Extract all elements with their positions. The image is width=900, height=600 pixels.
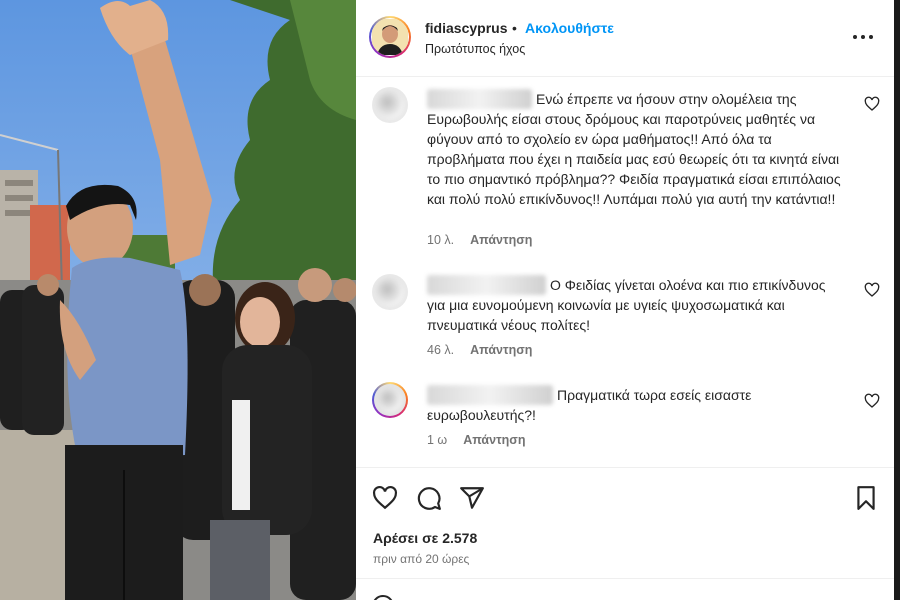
comment-age: 10 λ. [427,233,455,247]
reply-button[interactable]: Απάντηση [463,433,525,447]
comment-meta: 1 ω Απάντηση [427,433,525,447]
post-media[interactable] [0,0,356,600]
comment-meta: 46 λ. Απάντηση [427,343,532,357]
bookmark-icon[interactable] [853,485,879,511]
heart-icon[interactable] [372,485,398,511]
commenter-username-redacted[interactable]: xxxxxxxxxxxxxxx [427,89,532,109]
heart-icon[interactable] [864,393,880,409]
audio-label[interactable]: Πρωτότυπος ήχος [425,42,525,56]
video-frame-image [0,0,356,600]
post-actions: Αρέσει σε 2.578 πριν από 20 ώρες [356,467,894,577]
commenter-avatar[interactable] [372,382,408,418]
separator-dot: • [512,20,517,36]
commenter-username-redacted[interactable]: xxxxxxxxxxxxxxxxxx [427,385,553,405]
commenter-username-redacted[interactable]: xxxxxxxxxxxxxxxxx [427,275,546,295]
background-edge [894,0,900,600]
author-avatar[interactable] [369,16,411,58]
commenter-avatar[interactable] [372,87,408,123]
comment-content: xxxxxxxxxxxxxxxΕνώ έπρεπε να ήσουν στην … [427,89,847,209]
more-options-icon[interactable] [853,28,873,46]
comment-age: 1 ω [427,433,448,447]
avatar-image [372,19,408,55]
post-header: fidiascyprus • Ακολουθήστε Πρωτότυπος ήχ… [356,0,894,77]
follow-button[interactable]: Ακολουθήστε [525,20,614,36]
add-comment-bar[interactable] [356,578,894,600]
comment-meta: 10 λ. Απάντηση [427,233,532,247]
heart-icon[interactable] [864,96,880,112]
reply-button[interactable]: Απάντηση [470,233,532,247]
comment-content: xxxxxxxxxxxxxxxxxΟ Φειδίας γίνεται ολοέν… [427,275,847,335]
comment-age: 46 λ. [427,343,455,357]
author-username[interactable]: fidiascyprus [425,20,507,36]
comment-content: xxxxxxxxxxxxxxxxxxΠραγματικά τωρα εσείς … [427,385,847,425]
post-panel: fidiascyprus • Ακολουθήστε Πρωτότυπος ήχ… [356,0,894,600]
comment-icon[interactable] [416,485,442,511]
reply-button[interactable]: Απάντηση [470,343,532,357]
comments-list: xxxxxxxxxxxxxxxΕνώ έπρεπε να ήσουν στην … [356,77,894,467]
heart-icon[interactable] [864,282,880,298]
likes-count[interactable]: Αρέσει σε 2.578 [373,530,477,546]
commenter-avatar[interactable] [372,274,408,310]
share-icon[interactable] [459,485,485,511]
emoji-icon[interactable] [372,595,394,600]
post-timestamp[interactable]: πριν από 20 ώρες [373,552,469,566]
